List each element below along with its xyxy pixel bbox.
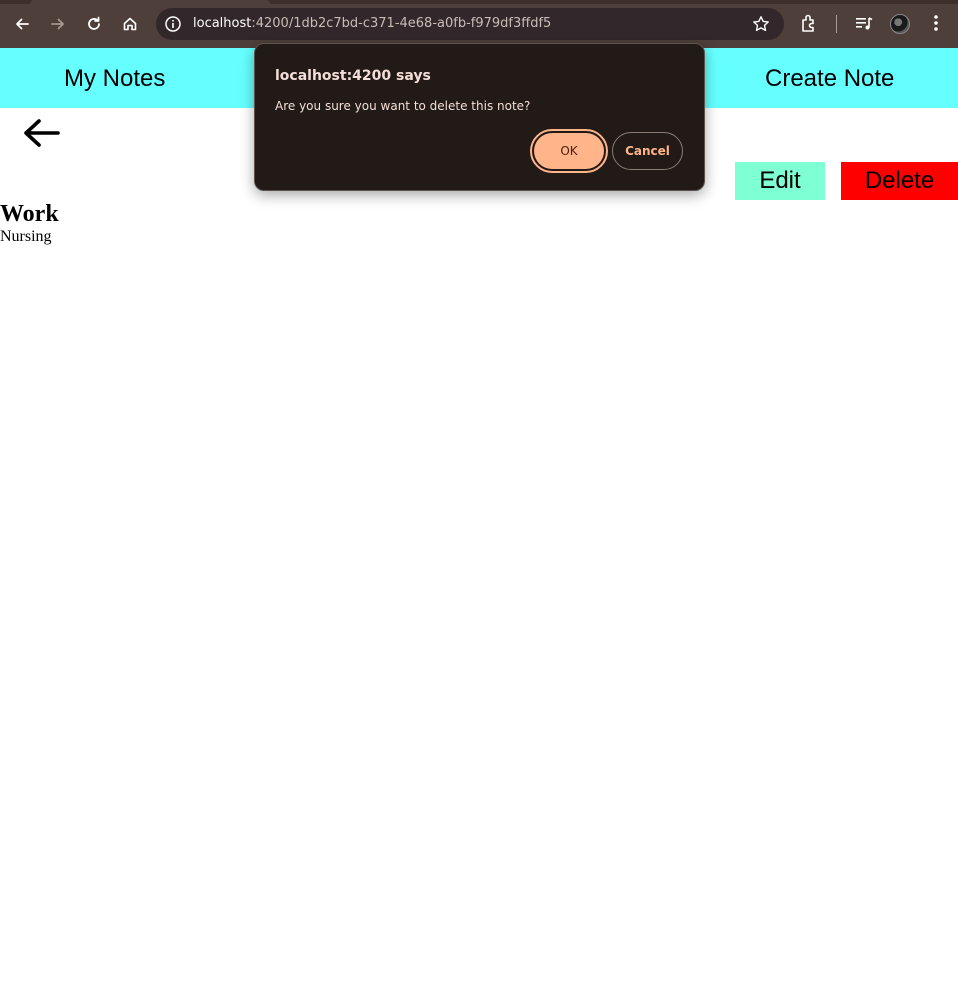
- dialog-message: Are you sure you want to delete this not…: [275, 99, 531, 113]
- cancel-button[interactable]: Cancel: [612, 132, 683, 170]
- address-url[interactable]: localhost:4200/1db2c7bd-c371-4e68-a0fb-f…: [193, 16, 551, 32]
- edit-button[interactable]: Edit: [735, 162, 825, 200]
- forward-button[interactable]: [44, 10, 72, 38]
- create-note-link[interactable]: Create Note: [765, 65, 894, 93]
- profile-avatar[interactable]: [890, 14, 910, 34]
- active-tab-edge[interactable]: [30, 0, 270, 4]
- forward-icon: [51, 18, 64, 30]
- url-path: :4200/1db2c7bd-c371-4e68-a0fb-f979df3ffd…: [251, 16, 552, 31]
- delete-button[interactable]: Delete: [841, 162, 958, 200]
- back-arrow-icon[interactable]: [22, 117, 60, 149]
- home-button[interactable]: [116, 10, 144, 38]
- info-icon[interactable]: [164, 15, 182, 33]
- reload-button[interactable]: [80, 10, 108, 38]
- my-notes-link[interactable]: My Notes: [64, 65, 165, 93]
- browser-toolbar: localhost:4200/1db2c7bd-c371-4e68-a0fb-f…: [0, 0, 958, 48]
- extensions-icon[interactable]: [799, 12, 821, 34]
- star-icon[interactable]: [752, 15, 770, 33]
- toolbar-separator: [836, 15, 837, 33]
- confirm-dialog: localhost:4200 says Are you sure you wan…: [254, 43, 705, 191]
- dialog-title: localhost:4200 says: [275, 68, 431, 84]
- back-button[interactable]: [8, 10, 36, 38]
- ok-button[interactable]: OK: [534, 133, 604, 169]
- note-body: Nursing: [0, 228, 52, 245]
- home-icon: [123, 17, 137, 31]
- address-bar[interactable]: localhost:4200/1db2c7bd-c371-4e68-a0fb-f…: [156, 8, 784, 40]
- back-icon: [16, 18, 29, 30]
- media-control-icon[interactable]: [853, 12, 875, 34]
- menu-icon[interactable]: [925, 12, 947, 34]
- reload-icon: [88, 16, 100, 30]
- note-title: Work: [0, 201, 59, 227]
- url-host: localhost: [193, 16, 252, 31]
- tab-strip: [0, 0, 958, 4]
